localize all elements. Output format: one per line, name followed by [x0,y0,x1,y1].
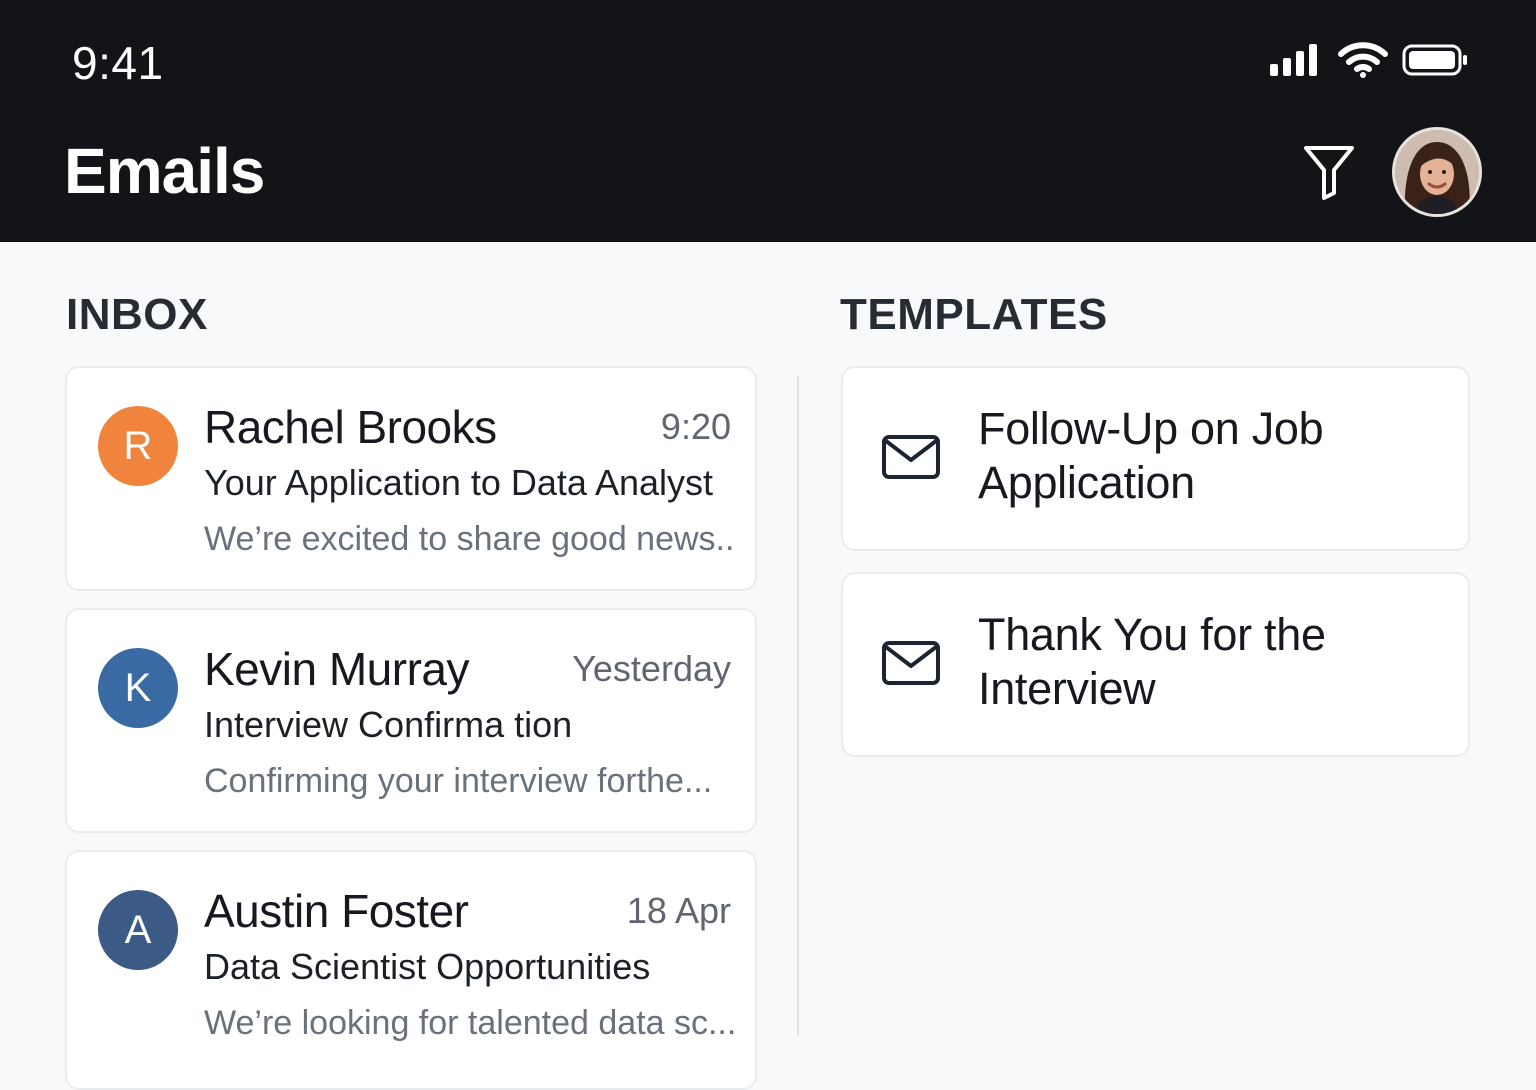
email-item-rachel-brooks[interactable]: R Rachel Brooks 9:20 Your Application to… [65,366,757,591]
inbox-heading: INBOX [66,290,208,339]
email-subject: Your Application to Data Analyst [204,462,714,503]
email-item-austin-foster[interactable]: A Austin Foster 18 Apr Data Scientist Op… [65,850,757,1090]
email-preview: Confirming your interview forthe... [204,762,713,800]
status-time: 9:41 [72,37,164,89]
person-photo-icon [1395,130,1479,214]
template-item-thank-you[interactable]: Thank You for the Interview [841,572,1470,757]
battery-icon [1402,44,1467,76]
mail-icon [882,641,940,685]
email-time: 9:20 [660,406,731,447]
sender-name: Kevin Murray [204,643,469,695]
page-title: Emails [64,135,265,207]
email-subject: Data Scientist Opportunities [204,946,651,987]
templates-heading: TEMPLATES [840,290,1108,339]
signal-icon [1270,44,1317,76]
sender-avatar: A [98,890,178,970]
sender-avatar: K [98,648,178,728]
sender-avatar: R [98,406,178,486]
column-divider [797,376,799,1036]
profile-avatar[interactable] [1392,127,1482,217]
template-item-follow-up[interactable]: Follow-Up on Job Application [841,366,1470,551]
email-preview: We’re excited to share good news... [204,520,734,558]
email-subject: Interview Confirma tion [204,704,573,745]
header-bar: 9:41 Emails [0,0,1536,242]
email-time: 18 Apr [626,890,731,931]
filter-button[interactable] [1300,140,1358,204]
sender-name: Austin Foster [204,885,469,937]
filter-icon [1304,146,1354,200]
sender-name: Rachel Brooks [204,401,497,453]
template-title: Follow-Up on Job Application [978,403,1324,508]
email-item-kevin-murray[interactable]: K Kevin Murray Yesterday Interview Confi… [65,608,757,833]
email-time: Yesterday [572,648,731,689]
template-title: Thank You for the Interview [978,609,1326,714]
mail-icon [882,435,940,479]
wifi-icon [1338,42,1388,78]
